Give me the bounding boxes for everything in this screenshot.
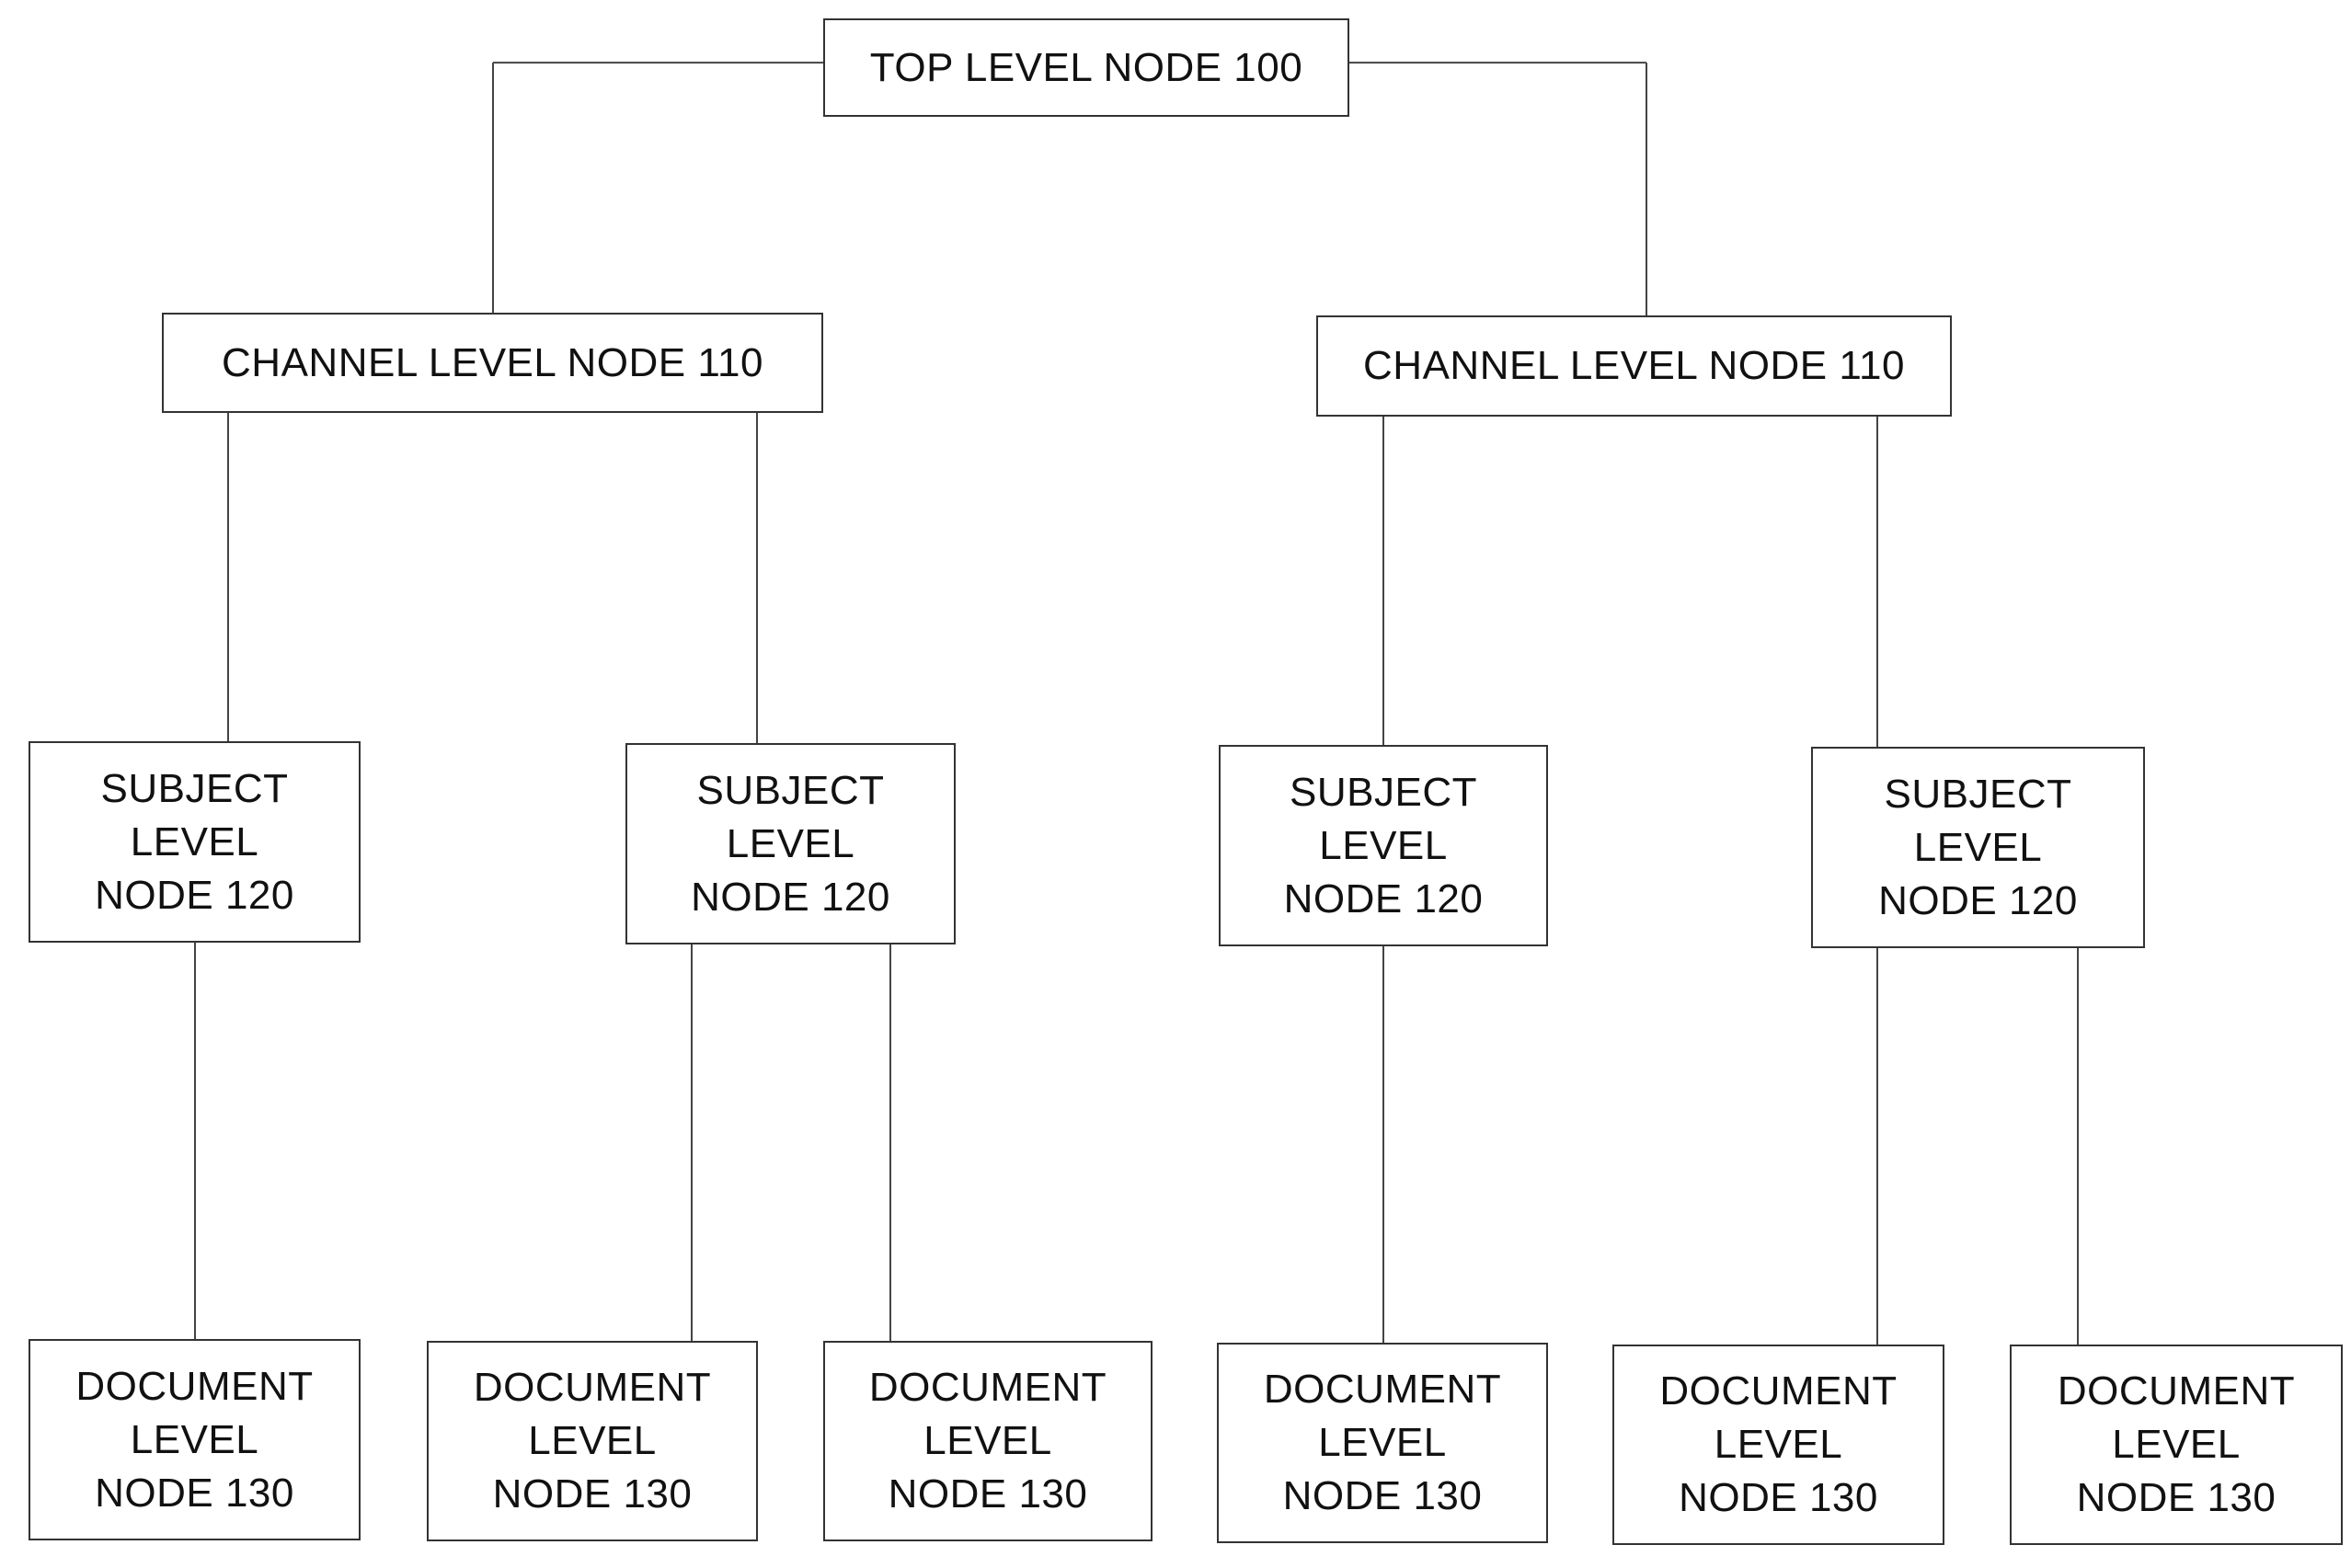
node-label-line: SUBJECT	[1884, 771, 2072, 817]
node-label-line: NODE 120	[691, 874, 890, 920]
node-label-line: LEVEL	[726, 820, 855, 866]
channel-level-node: CHANNEL LEVEL NODE 110	[1316, 315, 1952, 417]
node-label-line: LEVEL	[1913, 824, 2043, 870]
node-label-line: SUBJECT	[100, 765, 289, 811]
document-level-node: DOCUMENT LEVEL NODE 130	[823, 1341, 1153, 1541]
document-level-node: DOCUMENT LEVEL NODE 130	[2010, 1345, 2343, 1545]
node-label-line: DOCUMENT	[473, 1365, 712, 1410]
node-label-line: SUBJECT	[696, 767, 885, 813]
node-label-line: LEVEL	[130, 818, 259, 864]
node-label-line: NODE 130	[492, 1471, 693, 1516]
subject-level-node: SUBJECT LEVEL NODE 120	[1219, 745, 1548, 946]
node-label-line: LEVEL	[1319, 822, 1448, 868]
node-label-line: NODE 120	[1283, 876, 1484, 921]
subject-level-node: SUBJECT LEVEL NODE 120	[625, 743, 956, 944]
document-level-node: DOCUMENT LEVEL NODE 130	[1612, 1345, 1944, 1545]
node-label-line: CHANNEL LEVEL NODE 110	[1363, 343, 1905, 388]
subject-level-node: SUBJECT LEVEL NODE 120	[29, 741, 361, 943]
document-level-node: DOCUMENT LEVEL NODE 130	[427, 1341, 758, 1541]
subject-level-node: SUBJECT LEVEL NODE 120	[1811, 747, 2145, 948]
node-label-line: LEVEL	[2112, 1422, 2241, 1467]
node-label-line: NODE 130	[2076, 1475, 2276, 1520]
node-label-line: LEVEL	[1318, 1420, 1447, 1465]
node-label-line: NODE 120	[95, 872, 294, 918]
node-label-line: NODE 130	[1679, 1475, 1878, 1520]
node-label-line: DOCUMENT	[1263, 1367, 1502, 1412]
node-label-line: LEVEL	[130, 1416, 259, 1462]
node-label-line: NODE 130	[1282, 1473, 1483, 1518]
document-level-node: DOCUMENT LEVEL NODE 130	[29, 1339, 361, 1540]
node-label-line: TOP LEVEL NODE 100	[869, 44, 1303, 90]
node-label-line: NODE 130	[888, 1471, 1088, 1516]
node-label-line: DOCUMENT	[868, 1365, 1107, 1410]
node-label-line: LEVEL	[528, 1418, 657, 1463]
node-label-line: NODE 120	[1878, 877, 2078, 923]
node-label-line: SUBJECT	[1290, 769, 1477, 815]
top-level-node: TOP LEVEL NODE 100	[823, 18, 1349, 117]
node-label-line: LEVEL	[923, 1418, 1052, 1463]
node-label-line: LEVEL	[1714, 1422, 1843, 1467]
channel-level-node: CHANNEL LEVEL NODE 110	[162, 313, 823, 413]
node-label-line: DOCUMENT	[75, 1363, 314, 1409]
node-label-line: DOCUMENT	[2057, 1368, 2296, 1413]
node-label-line: CHANNEL LEVEL NODE 110	[222, 339, 763, 385]
node-label-line: NODE 130	[95, 1470, 294, 1516]
document-level-node: DOCUMENT LEVEL NODE 130	[1217, 1343, 1548, 1543]
node-label-line: DOCUMENT	[1659, 1368, 1898, 1413]
